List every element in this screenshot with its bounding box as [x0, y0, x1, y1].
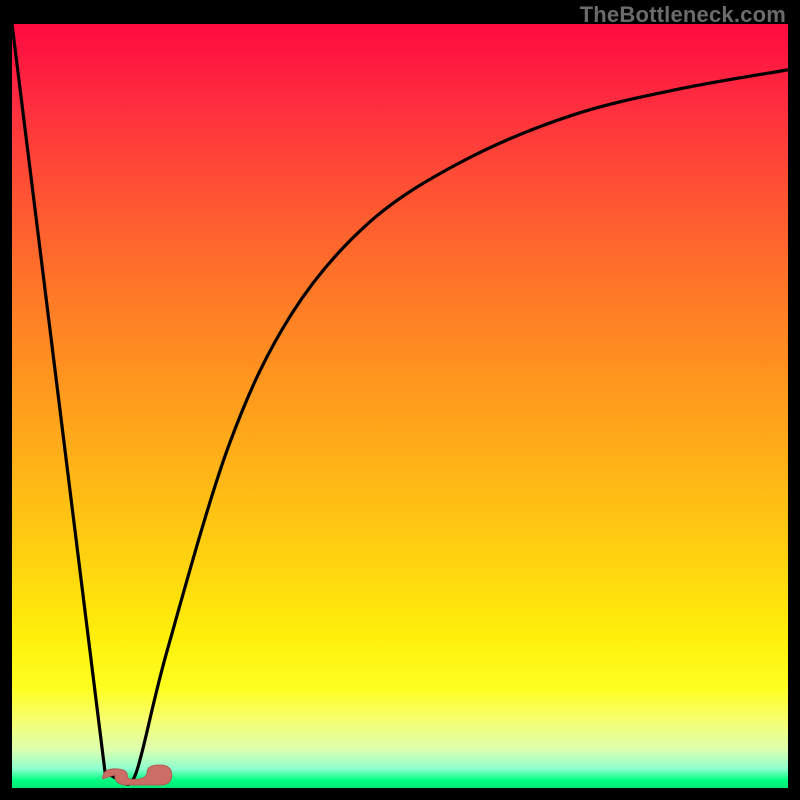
- plot-outer: [12, 24, 788, 788]
- optimal-point-marker: [12, 24, 788, 788]
- plot-area: [12, 24, 788, 788]
- chart-frame: TheBottleneck.com: [0, 0, 800, 800]
- watermark-text: TheBottleneck.com: [580, 2, 786, 28]
